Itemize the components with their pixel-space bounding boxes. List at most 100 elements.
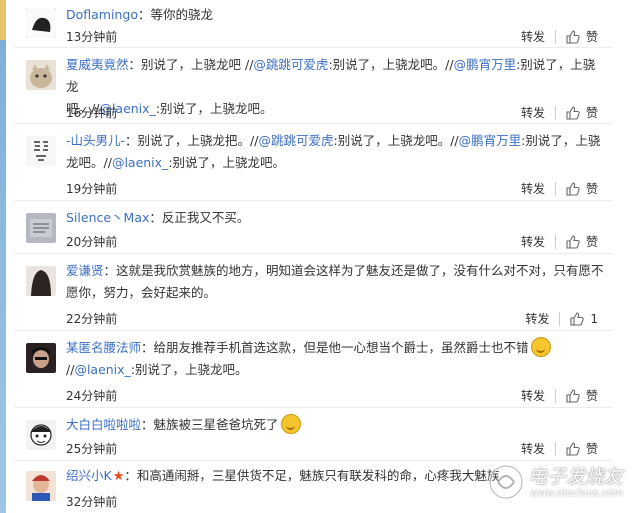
vip-star-icon: ★	[112, 469, 125, 484]
watermark-logo: 电子发烧友 www.elecfans.com	[486, 458, 626, 508]
forward-button[interactable]: 转发	[525, 310, 549, 327]
forward-button[interactable]: 转发	[521, 180, 545, 197]
divider	[559, 311, 561, 326]
divider	[554, 29, 556, 44]
avatar[interactable]	[26, 60, 56, 90]
comment-username[interactable]: -山头男儿-	[66, 133, 125, 148]
comment-username[interactable]: 大白白啦啦啦	[66, 417, 141, 432]
thumbs-up-icon	[570, 311, 585, 326]
thumbs-up-icon	[566, 105, 580, 120]
like-count: 1	[590, 311, 598, 326]
thumbs-up-icon	[566, 388, 580, 403]
comment-username[interactable]: 夏威夷竟然	[66, 57, 129, 72]
forward-button[interactable]: 转发	[521, 28, 545, 45]
comment-item: 某匿名腰法师：给朋友推荐手机首选这款，但是他一心想当个爵士，虽然爵士也不错 //…	[14, 331, 612, 408]
comment-content: :别说了，上骁龙吧。//	[328, 57, 454, 72]
like-button[interactable]: 赞	[566, 180, 598, 197]
forward-button[interactable]: 转发	[521, 387, 545, 404]
divider	[554, 181, 556, 196]
comment-item: Silence丶Max：反正我又不买。 20分钟前 转发 赞	[14, 201, 612, 254]
like-label: 赞	[585, 182, 598, 196]
like-button[interactable]: 赞	[566, 104, 598, 121]
like-button[interactable]: 赞	[566, 28, 598, 45]
avatar[interactable]	[26, 343, 56, 373]
like-button[interactable]: 赞	[566, 233, 598, 250]
comment-content: ：这就是我欣赏魅族的地方，明知道会这样为了魅友还是做了，没有什么对不对，只有愿不	[103, 263, 604, 278]
like-button[interactable]: 1	[570, 312, 598, 326]
comment-time: 32分钟前	[66, 495, 118, 509]
comment-time: 22分钟前	[66, 312, 118, 326]
forward-button[interactable]: 转发	[521, 440, 545, 457]
thumbs-up-icon	[566, 234, 580, 249]
watermark-url: www.elecfans.com	[530, 488, 624, 499]
comment-time: 19分钟前	[66, 182, 118, 196]
comment-text: 爱谦贤：这就是我欣赏魅族的地方，明知道会这样为了魅友还是做了，没有什么对不对，只…	[66, 260, 606, 304]
forward-button[interactable]: 转发	[521, 233, 545, 250]
divider	[554, 105, 556, 120]
comment-actions: 转发 赞	[521, 233, 598, 250]
comment-content: :别说了，上骁	[521, 133, 601, 148]
comment-actions: 转发 赞	[521, 387, 598, 404]
comment-text: 大白白啦啦啦：魅族被三星爸爸坑死了	[66, 413, 606, 436]
comment-time: 16分钟前	[66, 106, 118, 120]
like-label: 赞	[585, 30, 598, 44]
like-button[interactable]: 赞	[566, 387, 598, 404]
mention-link[interactable]: @laenix_	[112, 155, 168, 170]
divider	[554, 388, 556, 403]
comment-username[interactable]: 某匿名腰法师	[66, 340, 141, 355]
comment-content: :别说了，上骁龙吧。	[155, 101, 273, 116]
page-left-edge	[0, 0, 6, 513]
comment-item: Doflamingo：等你的骁龙 13分钟前 转发 赞	[14, 0, 612, 48]
avatar[interactable]	[26, 471, 56, 501]
comment-content: 龙吧。//	[66, 155, 112, 170]
comment-item: -山头男儿-：别说了，上骁龙把。//@跳跳可爱虎:别说了，上骁龙吧。//@鹏宵万…	[14, 124, 612, 201]
comment-username[interactable]: 绍兴小K	[66, 468, 112, 483]
smiley-emoji-icon	[530, 336, 551, 357]
comment-time: 13分钟前	[66, 30, 118, 44]
mention-link[interactable]: @鹏宵万里	[459, 133, 522, 148]
watermark-text: 电子发烧友	[528, 466, 624, 488]
like-label: 赞	[585, 235, 598, 249]
like-button[interactable]: 赞	[566, 440, 598, 457]
comment-time: 20分钟前	[66, 235, 118, 249]
comment-content: ：和高通闹掰，三星供货不足，魅族只有联发科的命，心疼我大魅族	[124, 468, 500, 483]
avatar[interactable]	[26, 136, 56, 166]
comment-content: 愿你，努力，会好起来的。	[66, 285, 217, 300]
divider	[554, 234, 556, 249]
avatar[interactable]	[26, 420, 56, 450]
avatar[interactable]	[26, 266, 56, 296]
comment-content: ：别说了，上骁龙吧 //	[128, 57, 254, 72]
mention-link[interactable]: @laenix_	[74, 362, 130, 377]
mention-link[interactable]: @跳跳可爱虎	[253, 57, 328, 72]
comment-actions: 转发 赞	[521, 440, 598, 457]
avatar[interactable]	[26, 8, 56, 38]
comment-username[interactable]: Silence丶Max	[66, 210, 149, 225]
divider	[554, 441, 556, 456]
thumbs-up-icon	[566, 441, 580, 456]
comment-content: ：别说了，上骁龙把。//	[125, 133, 259, 148]
mention-link[interactable]: @鹏宵万里	[454, 57, 517, 72]
comment-content: ：给朋友推荐手机首选这款，但是他一心想当个爵士，虽然爵士也不错	[141, 340, 529, 355]
avatar[interactable]	[26, 213, 56, 243]
comment-content: ：魅族被三星爸爸坑死了	[141, 417, 279, 432]
comment-item: 爱谦贤：这就是我欣赏魅族的地方，明知道会这样为了魅友还是做了，没有什么对不对，只…	[14, 254, 612, 331]
forward-button[interactable]: 转发	[521, 104, 545, 121]
mention-link[interactable]: @跳跳可爱虎	[258, 133, 333, 148]
comment-username[interactable]: Doflamingo	[66, 7, 138, 22]
comment-actions: 转发 1	[525, 310, 598, 327]
thumbs-up-icon	[566, 181, 580, 196]
like-label: 赞	[585, 442, 598, 456]
smiley-emoji-icon	[280, 413, 301, 434]
comment-time: 24分钟前	[66, 389, 118, 403]
comment-content: ：等你的骁龙	[137, 7, 213, 22]
comment-text: Doflamingo：等你的骁龙	[66, 4, 606, 26]
comment-text: 某匿名腰法师：给朋友推荐手机首选这款，但是他一心想当个爵士，虽然爵士也不错 //…	[66, 336, 606, 381]
comment-item: 大白白啦啦啦：魅族被三星爸爸坑死了 25分钟前 转发 赞	[14, 408, 612, 461]
comment-username[interactable]: 爱谦贤	[66, 263, 104, 278]
like-label: 赞	[585, 106, 598, 120]
comment-content: ：反正我又不买。	[149, 210, 250, 225]
comment-content: :别说了，上骁龙吧。	[168, 155, 286, 170]
comment-actions: 转发 赞	[521, 28, 598, 45]
like-label: 赞	[585, 389, 598, 403]
comment-content: :别说了，上骁龙吧。//	[333, 133, 459, 148]
